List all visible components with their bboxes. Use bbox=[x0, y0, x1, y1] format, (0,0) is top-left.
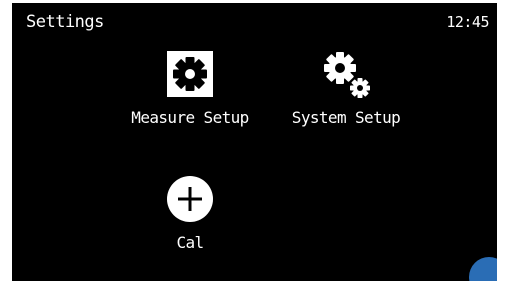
system-setup-label: System Setup bbox=[291, 108, 401, 127]
corner-indicator bbox=[469, 257, 497, 281]
cal-button[interactable]: Cal bbox=[120, 173, 260, 252]
page-title: Settings bbox=[26, 12, 104, 32]
plus-circle-icon bbox=[164, 173, 216, 225]
gear-icon bbox=[164, 48, 216, 100]
gears-icon bbox=[320, 48, 372, 100]
measure-setup-label: Measure Setup bbox=[131, 108, 249, 127]
status-clock: 12:45 bbox=[446, 13, 489, 31]
cal-label: Cal bbox=[176, 233, 204, 252]
measure-setup-button[interactable]: Measure Setup bbox=[120, 48, 260, 127]
system-setup-button[interactable]: System Setup bbox=[276, 48, 416, 127]
device-screen: Settings 12:45 Measure Setup System Setu… bbox=[12, 3, 497, 281]
